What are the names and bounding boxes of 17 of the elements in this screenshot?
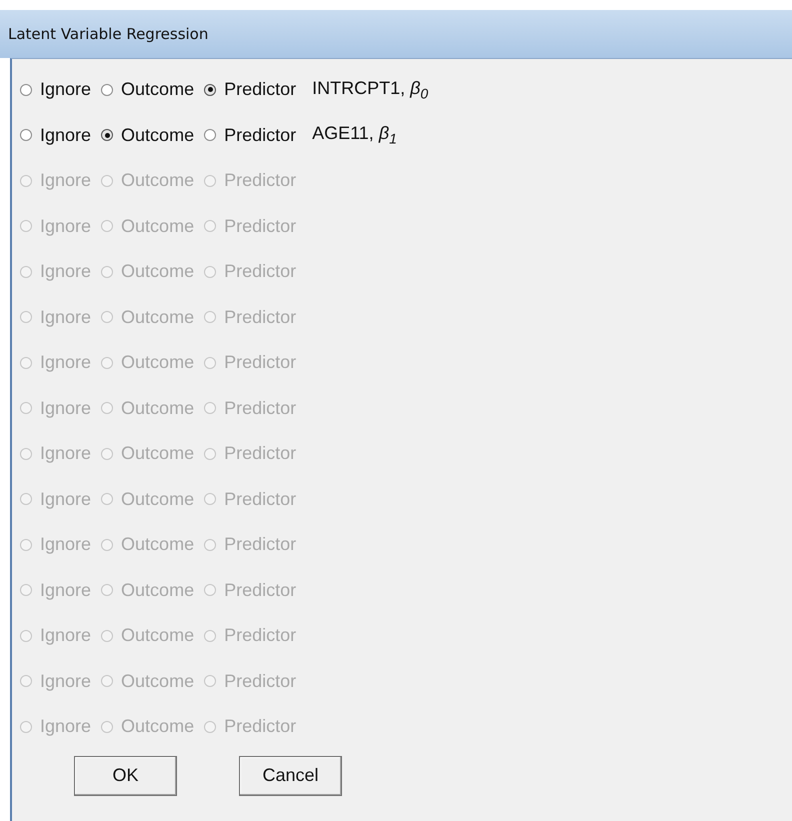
variable-label: INTRCPT1, β$_{0}$ [312, 78, 428, 102]
radio-button[interactable] [20, 84, 32, 96]
radio-label[interactable]: Ignore [40, 124, 92, 146]
dialog-button[interactable]: Cancel [239, 756, 342, 796]
dialog-button[interactable]: OK [74, 756, 177, 796]
radio-label[interactable]: Predictor [224, 79, 296, 100]
radio-label[interactable]: Predictor [224, 124, 296, 146]
radio-button[interactable] [204, 84, 216, 96]
radio-button[interactable] [101, 129, 114, 142]
variable-label: AGE11, β$_{1}$ [312, 123, 397, 148]
radio-label[interactable]: Outcome [121, 79, 194, 100]
window-title: Latent Variable Regression [8, 25, 208, 43]
radio-label[interactable]: Outcome [121, 124, 194, 146]
radio-button[interactable] [20, 129, 32, 142]
radio-button[interactable] [101, 84, 114, 96]
radio-label[interactable]: Ignore [40, 79, 92, 100]
radio-button[interactable] [204, 129, 216, 142]
